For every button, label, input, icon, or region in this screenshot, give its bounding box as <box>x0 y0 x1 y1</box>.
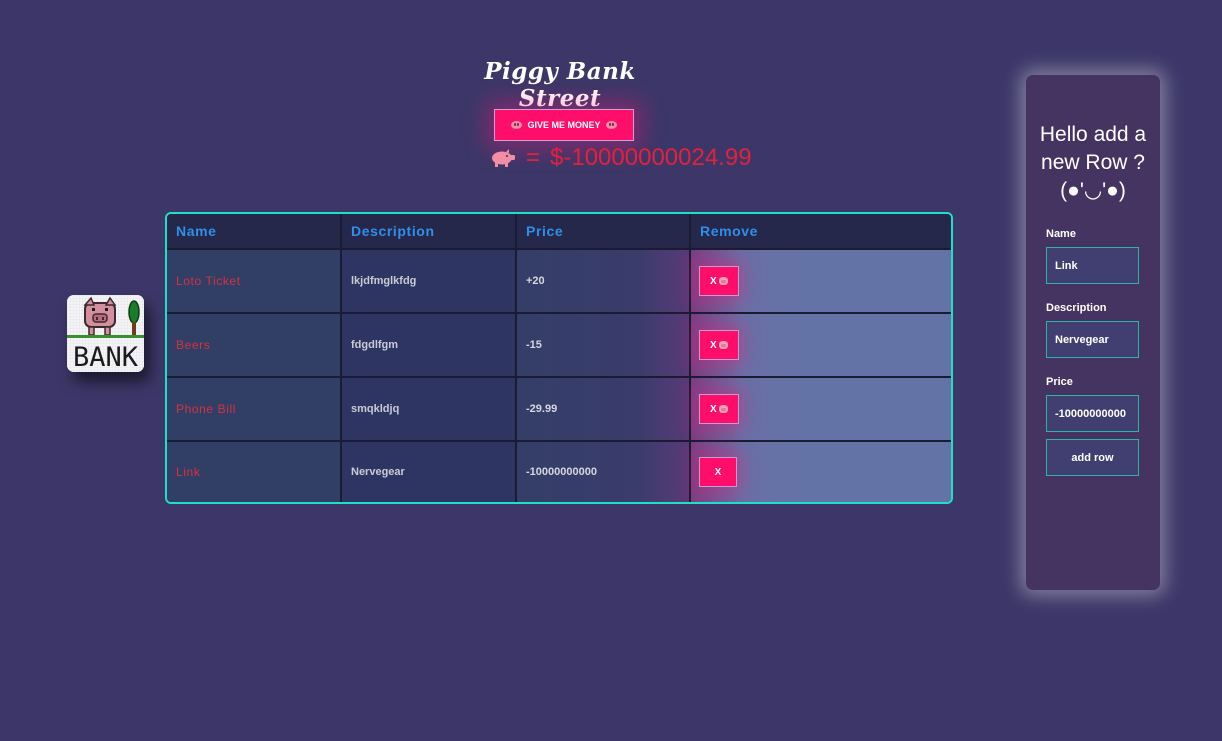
row-description: lkjdfmglkfdg <box>342 250 517 312</box>
row-price: -10000000000 <box>517 442 691 502</box>
table-row: Beers fdgdlfgm -15 X <box>167 314 951 378</box>
total-value: $-10000000024.99 <box>550 144 752 171</box>
row-remove-cell: X <box>691 378 951 440</box>
row-remove-cell: X <box>691 250 951 312</box>
row-description: smqkldjq <box>342 378 517 440</box>
description-field[interactable] <box>1046 321 1139 358</box>
row-name: Beers <box>167 314 342 376</box>
table-row: Loto Ticket lkjdfmglkfdg +20 X <box>167 250 951 314</box>
remove-row-button[interactable]: X <box>699 394 739 424</box>
page-title: Piggy Bank Street <box>484 58 636 112</box>
panel-heading: Hello add a new Row ? (●'◡'●) <box>1039 123 1147 202</box>
name-field-label: Name <box>1046 228 1076 240</box>
add-row-button[interactable]: add row <box>1046 439 1139 476</box>
page: Piggy Bank Street GIVE ME MONEY = $-1000… <box>0 0 1222 741</box>
remove-row-button[interactable]: X <box>699 330 739 360</box>
row-remove-cell: X <box>691 314 951 376</box>
give-me-money-button[interactable]: GIVE ME MONEY <box>494 109 634 141</box>
add-row-panel: Hello add a new Row ? (●'◡'●) Name Descr… <box>1026 75 1160 590</box>
row-description: fdgdlfgm <box>342 314 517 376</box>
pig-snout-icon <box>605 121 617 129</box>
row-remove-cell: X <box>691 442 951 502</box>
remove-label: X <box>710 403 717 415</box>
pig-icon <box>718 277 728 285</box>
remove-label: X <box>714 466 722 478</box>
balance-total: = $-10000000024.99 <box>490 143 752 173</box>
row-name: Link <box>167 442 342 502</box>
table-row: Phone Bill smqkldjq -29.99 X <box>167 378 951 442</box>
row-price: -29.99 <box>517 378 691 440</box>
row-price: +20 <box>517 250 691 312</box>
description-field-label: Description <box>1046 302 1107 314</box>
column-header-remove: Remove <box>700 223 759 239</box>
table-row: Link Nervegear -10000000000 X <box>167 442 951 502</box>
total-equals: = <box>526 144 541 171</box>
pig-icon <box>490 149 516 167</box>
give-me-money-label: GIVE ME MONEY <box>527 120 601 130</box>
column-header-description: Description <box>342 214 517 248</box>
bank-logo-text: BANK <box>73 342 139 372</box>
row-description: Nervegear <box>342 442 517 502</box>
name-field[interactable] <box>1046 247 1139 284</box>
table-header: Name Description Price Remove <box>167 214 951 250</box>
transactions-table: Name Description Price Remove Loto Ticke… <box>165 212 953 504</box>
pig-snout-icon <box>511 121 523 129</box>
remove-label: X <box>710 339 717 351</box>
row-name: Loto Ticket <box>167 250 342 312</box>
column-header-name: Name <box>167 214 342 248</box>
row-price: -15 <box>517 314 691 376</box>
bank-logo: BANK <box>67 295 144 372</box>
remove-row-button[interactable]: X <box>699 457 737 487</box>
column-header-price: Price <box>517 214 691 248</box>
price-field-label: Price <box>1046 376 1073 388</box>
row-name: Phone Bill <box>167 378 342 440</box>
pig-icon <box>718 341 728 349</box>
remove-label: X <box>710 275 717 287</box>
remove-row-button[interactable]: X <box>699 266 739 296</box>
price-field[interactable] <box>1046 395 1139 432</box>
pig-icon <box>718 405 728 413</box>
